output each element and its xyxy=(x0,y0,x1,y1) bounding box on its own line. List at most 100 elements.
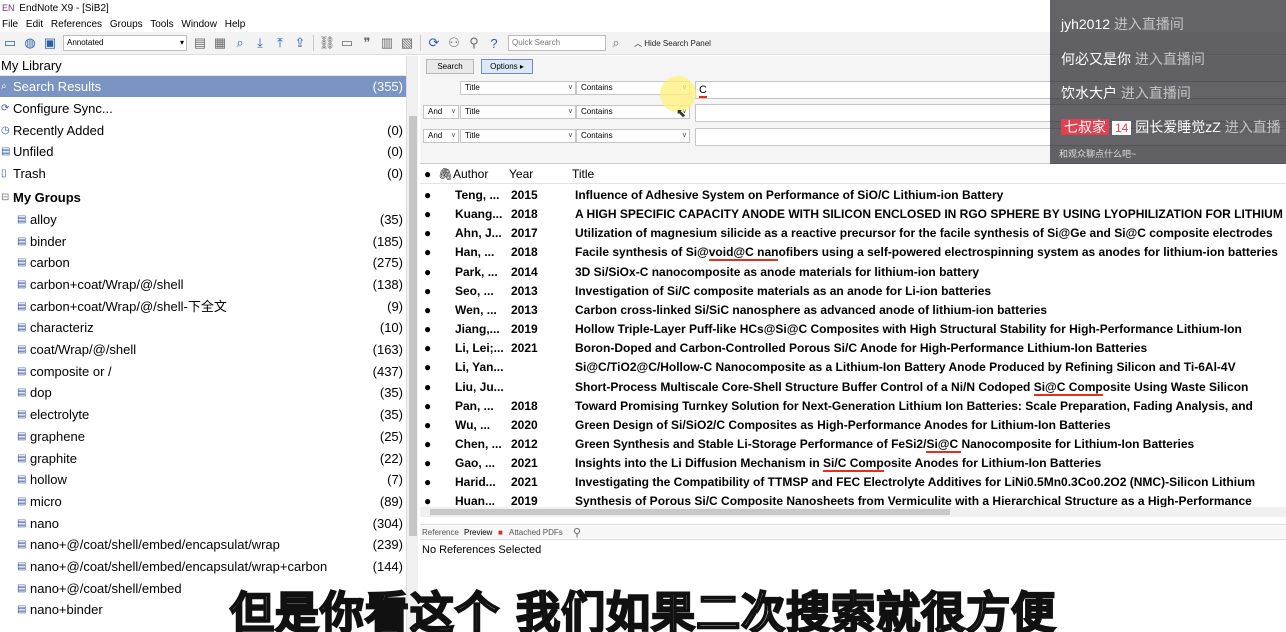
group-item-label: coat/Wrap/@/shell xyxy=(30,342,137,357)
group-item[interactable]: ▤ nano+@/coat/shell/embed/encapsulat/wrap… xyxy=(0,556,406,577)
output-style-select[interactable]: Annotated ▾ xyxy=(63,35,187,51)
options-button[interactable]: Options ▸ xyxy=(481,59,533,74)
collapse-icon[interactable]: ⊟ xyxy=(1,187,9,208)
search-field-select[interactable]: Title ∨ xyxy=(460,129,576,143)
menu-help[interactable]: Help xyxy=(225,19,246,30)
table-row[interactable]: ● Harid... 2021 Investigating the Compatibi… xyxy=(420,473,1286,492)
bool-select[interactable]: And ∨ xyxy=(423,105,459,119)
library-item-configure-sync[interactable]: ⟳ Configure Sync... xyxy=(0,98,406,119)
hide-search-panel-button[interactable]: ︿ Hide Search Panel xyxy=(634,38,711,49)
column-title[interactable]: Title xyxy=(572,165,594,184)
menu-file[interactable]: File xyxy=(2,19,18,30)
library-item-trash[interactable]: ▯ Trash (0) xyxy=(0,163,406,184)
menu-tools[interactable]: Tools xyxy=(150,19,173,30)
table-row[interactable]: ● Li, Yan... Si@C/TiO2@C/Hollow-C Nanocomp… xyxy=(420,358,1286,377)
library-item-search-results[interactable]: ⌕ Search Results (355) xyxy=(0,76,406,97)
search-button[interactable]: Search xyxy=(426,59,474,74)
export-icon[interactable]: ⤒ xyxy=(271,34,289,52)
group-item[interactable]: ▤ carbon+coat/Wrap/@/shell-下全文 (9) xyxy=(0,296,406,317)
search-icon[interactable]: ⌕ xyxy=(607,34,625,52)
search-field-select[interactable]: Title ∨ xyxy=(460,81,576,95)
table-row[interactable]: ● Park, ... 2014 3D Si/SiOx-C nanocomposite… xyxy=(420,263,1286,282)
table-row[interactable]: ● Seo, ... 2013 Investigation of Si/C compo… xyxy=(420,282,1286,301)
menu-window[interactable]: Window xyxy=(181,19,217,30)
open-file-icon[interactable]: ▭ xyxy=(338,34,356,52)
menu-groups[interactable]: Groups xyxy=(110,19,143,30)
share-icon[interactable]: ⇪ xyxy=(291,34,309,52)
library-header[interactable]: My Library xyxy=(0,56,406,76)
menu-references[interactable]: References xyxy=(51,19,102,30)
library-mode-icon[interactable]: ▭ xyxy=(1,34,19,52)
scrollbar-thumb[interactable] xyxy=(430,509,950,515)
insert-citation-icon[interactable]: ❞ xyxy=(358,34,376,52)
integrated-mode-icon[interactable]: ▣ xyxy=(41,34,59,52)
library-item-unfiled[interactable]: ▤ Unfiled (0) xyxy=(0,141,406,162)
menu-edit[interactable]: Edit xyxy=(26,19,43,30)
paperclip-icon[interactable]: ⚲ xyxy=(573,525,581,541)
new-reference-icon[interactable]: ▦ xyxy=(211,34,229,52)
chat-prompt[interactable]: 和观众聊点什么吧~ xyxy=(1059,147,1136,160)
reference-horizontal-scrollbar[interactable] xyxy=(420,507,1286,517)
tab-attached-pdfs[interactable]: Attached PDFs xyxy=(509,525,563,541)
read-status-column-icon[interactable]: ● xyxy=(424,165,431,184)
table-row[interactable]: ● Ahn, J... 2017 Utilization of magnesium s… xyxy=(420,224,1286,243)
chevron-down-icon: ∨ xyxy=(450,132,456,139)
group-item[interactable]: ▤ binder (185) xyxy=(0,231,406,252)
group-item[interactable]: ▤ electrolyte (35) xyxy=(0,404,406,425)
bool-select[interactable]: And ∨ xyxy=(423,129,459,143)
table-row[interactable]: ● Teng, ... 2015 Influence of Adhesive Syst… xyxy=(420,186,1286,205)
group-item[interactable]: ▤ nano (304) xyxy=(0,513,406,534)
library-scrollbar[interactable] xyxy=(406,56,418,632)
group-item[interactable]: ▤ carbon (275) xyxy=(0,252,406,273)
tab-preview[interactable]: Preview xyxy=(464,525,492,541)
group-item-label: composite or / xyxy=(30,363,112,379)
group-item[interactable]: ▤ alloy (35) xyxy=(0,209,406,230)
table-row[interactable]: ● Chen, ... 2012 Green Synthesis and Stable… xyxy=(420,435,1286,454)
group-item[interactable]: ▤ graphite (22) xyxy=(0,448,406,469)
search-operator-select[interactable]: Contains ∨ xyxy=(576,129,690,143)
library-item-recently-added[interactable]: ◷ Recently Added (0) xyxy=(0,120,406,141)
viewer-action: 进入直播间 xyxy=(1120,85,1191,101)
table-row[interactable]: ● Jiang,... 2019 Hollow Triple-Layer Puff-l… xyxy=(420,320,1286,339)
find-full-text-icon[interactable]: ⚲ xyxy=(465,34,483,52)
scrollbar-thumb[interactable] xyxy=(409,116,417,536)
group-item[interactable]: ▤ hollow (7) xyxy=(0,469,406,490)
group-item[interactable]: ▤ composite or / (437) xyxy=(0,361,406,382)
copy-formatted-icon[interactable]: ▤ xyxy=(191,34,209,52)
quick-search-input[interactable]: Quick Search xyxy=(508,35,606,51)
column-year[interactable]: Year xyxy=(509,165,533,184)
group-item[interactable]: ▤ nano+@/coat/shell/embed/encapsulat/wrap… xyxy=(0,534,406,555)
group-item[interactable]: ▤ carbon+coat/Wrap/@/shell (138) xyxy=(0,274,406,295)
reference-list: ● 🖇 Author Year Title ● Teng, ... 2015 Infl… xyxy=(420,165,1286,507)
group-item[interactable]: ▤ dop (35) xyxy=(0,382,406,403)
group-item[interactable]: ▤ coat/Wrap/@/shell (163) xyxy=(0,339,406,360)
my-groups-header[interactable]: ⊟ My Groups xyxy=(0,187,406,208)
table-row[interactable]: ● Liu, Ju... Short-Process Multiscale Core… xyxy=(420,378,1286,397)
online-mode-icon[interactable]: ◍ xyxy=(21,34,39,52)
online-search-icon[interactable]: ⌕ xyxy=(231,34,249,52)
group-icon: ▤ xyxy=(17,539,27,551)
format-bibliography-icon[interactable]: ▥ xyxy=(378,34,396,52)
group-item-count: (89) xyxy=(379,493,403,509)
sync-icon[interactable]: ⟳ xyxy=(425,34,443,52)
search-field-select[interactable]: Title ∨ xyxy=(460,105,576,119)
tab-reference[interactable]: Reference xyxy=(422,525,459,541)
table-row[interactable]: ● Huan... 2019 Synthesis of Porous Si/C Com… xyxy=(420,492,1286,507)
help-icon[interactable]: ? xyxy=(485,34,503,52)
table-row[interactable]: ● Li, Lei;... 2021 Boron-Doped and Carbon-C… xyxy=(420,339,1286,358)
group-item[interactable]: ▤ characteriz (10) xyxy=(0,317,406,338)
table-row[interactable]: ● Han, ... 2018 Facile synthesis of Si@void… xyxy=(420,243,1286,262)
table-row[interactable]: ● Wen, ... 2013 Carbon cross-linked Si/SiC … xyxy=(420,301,1286,320)
table-row[interactable]: ● Gao, ... 2021 Insights into the Li Diffus… xyxy=(420,454,1286,473)
open-link-icon[interactable]: ⛓ xyxy=(318,34,336,52)
attachment-column-icon[interactable]: 🖇 xyxy=(438,165,453,184)
table-row[interactable]: ● Pan, ... 2018 Toward Promising Turnkey So… xyxy=(420,397,1286,416)
share-group-icon[interactable]: ⚇ xyxy=(445,34,463,52)
table-row[interactable]: ● Kuang... 2018 A HIGH SPECIFIC CAPACITY AN… xyxy=(420,205,1286,224)
table-row[interactable]: ● Wu, ... 2020 Green Design of Si/SiO2/C Co… xyxy=(420,416,1286,435)
download-icon[interactable]: ⤓ xyxy=(251,34,269,52)
group-item[interactable]: ▤ graphene (25) xyxy=(0,426,406,447)
column-author[interactable]: Author xyxy=(453,165,488,184)
group-item[interactable]: ▤ micro (89) xyxy=(0,491,406,512)
word-icon[interactable]: ▧ xyxy=(398,34,416,52)
